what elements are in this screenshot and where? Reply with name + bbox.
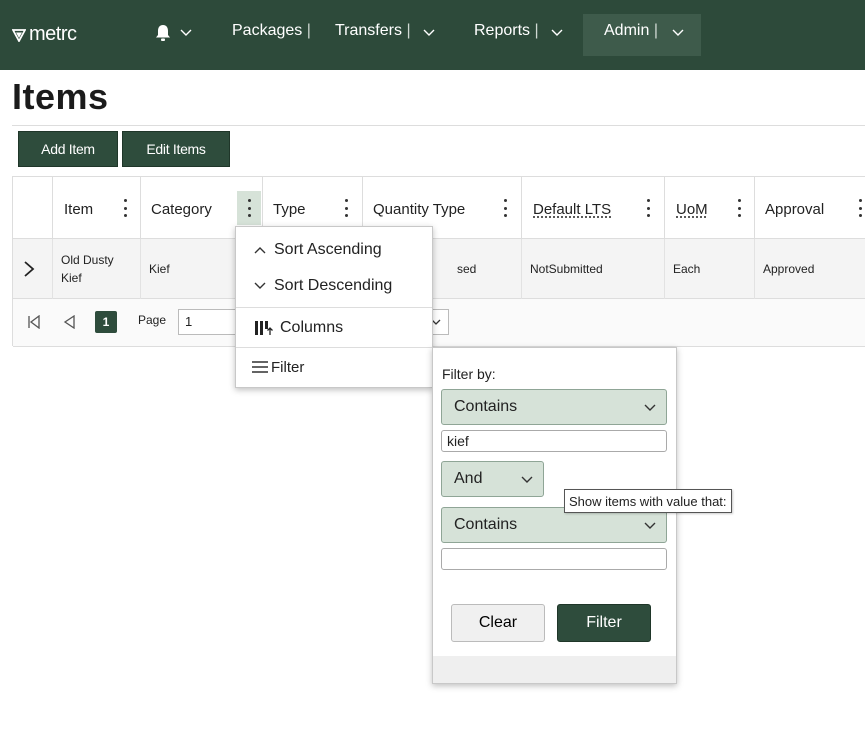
column-menu-icon[interactable]	[858, 199, 862, 217]
cell-item: Old Dusty Kief	[53, 239, 141, 299]
logo-text: metrc	[29, 23, 77, 45]
chevron-down-icon[interactable]	[672, 29, 684, 37]
column-header-default-lts[interactable]: Default LTS	[522, 177, 665, 239]
bell-icon[interactable]	[155, 24, 171, 42]
chevron-down-icon[interactable]	[423, 29, 435, 37]
chevron-up-icon	[254, 247, 266, 254]
page-label: Page	[138, 313, 167, 327]
table-row[interactable]: Old Dusty Kief Kief sed NotSubmitted Eac…	[13, 239, 865, 299]
column-header-uom[interactable]: UoM	[665, 177, 755, 239]
chevron-down-icon[interactable]	[551, 29, 563, 37]
chevron-down-icon	[254, 282, 266, 289]
top-nav: metrc Packages | Transfers | Reports | A…	[0, 0, 865, 70]
grid-pager: 1 Page 1	[13, 299, 865, 347]
chevron-down-icon[interactable]	[180, 29, 192, 37]
expand-column-header	[13, 177, 53, 239]
nav-transfers[interactable]: Transfers |	[335, 22, 411, 40]
filter-value-1-input[interactable]: kief	[441, 430, 667, 452]
column-menu: Sort Ascending Sort Descending Columns F…	[235, 226, 433, 388]
sort-ascending-item[interactable]: Sort Ascending	[236, 235, 432, 265]
column-menu-icon[interactable]	[737, 199, 741, 217]
filter-tooltip: Show items with value that:	[564, 489, 732, 513]
page-title: Items	[12, 76, 109, 117]
menu-divider	[236, 307, 432, 308]
filter-operator-1-select[interactable]: Contains	[441, 389, 667, 425]
menu-divider	[236, 347, 432, 348]
apply-filter-button[interactable]: Filter	[557, 604, 651, 642]
chevron-down-icon	[644, 522, 656, 529]
cell-uom: Each	[665, 239, 755, 299]
cell-default-lts: NotSubmitted	[522, 239, 665, 299]
filter-popup-footer	[433, 656, 676, 683]
columns-icon	[255, 321, 273, 335]
metrc-logo[interactable]: metrc	[12, 23, 77, 46]
add-item-button[interactable]: Add Item	[18, 131, 118, 167]
first-page-icon[interactable]	[27, 315, 41, 329]
nav-admin[interactable]: Admin |	[604, 22, 658, 40]
title-divider	[12, 125, 865, 126]
filter-lines-icon	[252, 361, 268, 373]
filter-value-2-input[interactable]	[441, 548, 667, 570]
column-menu-icon[interactable]	[344, 199, 348, 217]
sort-descending-item[interactable]: Sort Descending	[236, 271, 432, 301]
nav-reports[interactable]: Reports |	[474, 22, 539, 40]
column-menu-icon[interactable]	[646, 199, 650, 217]
metrc-logo-icon	[12, 28, 26, 42]
filter-popup: Filter by: Contains kief And Contains Cl…	[432, 347, 677, 684]
column-menu-icon[interactable]	[123, 199, 127, 217]
edit-items-button[interactable]: Edit Items	[122, 131, 230, 167]
filter-item[interactable]: Filter	[236, 351, 432, 383]
filter-logic-select[interactable]: And	[441, 461, 544, 497]
page-input[interactable]: 1	[178, 309, 236, 335]
chevron-right-icon[interactable]	[23, 260, 35, 278]
row-expand-cell[interactable]	[13, 239, 53, 299]
filter-by-label: Filter by:	[442, 366, 496, 382]
columns-item[interactable]: Columns	[236, 311, 432, 345]
chevron-down-icon	[644, 404, 656, 411]
previous-page-icon[interactable]	[63, 315, 75, 329]
column-menu-icon[interactable]	[247, 199, 251, 217]
column-header-item[interactable]: Item	[53, 177, 141, 239]
chevron-down-icon	[521, 476, 533, 483]
current-page-badge[interactable]: 1	[95, 311, 117, 333]
cell-approval: Approved	[763, 262, 815, 276]
column-menu-icon[interactable]	[503, 199, 507, 217]
column-header-approval[interactable]: Approval	[755, 177, 865, 239]
nav-packages[interactable]: Packages |	[232, 22, 311, 40]
clear-filter-button[interactable]: Clear	[451, 604, 545, 642]
grid-header: Item Category Type Quantity Type Default…	[13, 177, 865, 239]
items-grid: Item Category Type Quantity Type Default…	[12, 176, 865, 347]
